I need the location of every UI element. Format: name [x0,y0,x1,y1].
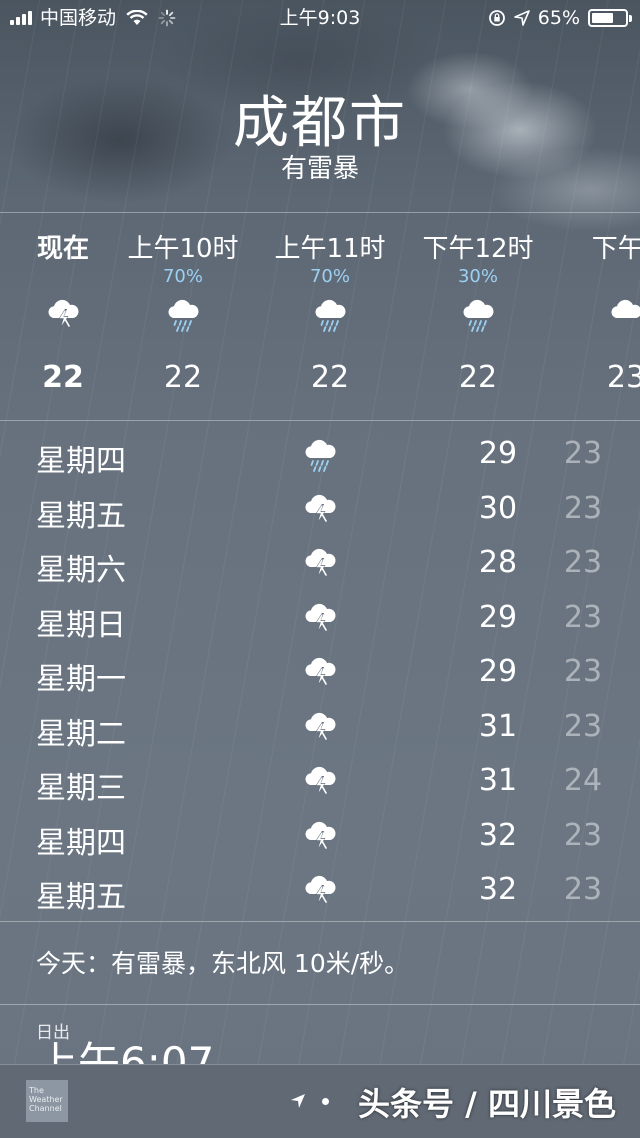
precip-chance: 70% [309,266,350,287]
day-name: 星期四 [36,825,126,861]
divider-top [0,212,640,213]
divider-hourly [0,420,640,421]
high-temp: 31 [478,708,518,744]
day-name: 星期四 [36,444,126,479]
precip-chance: 30% [457,266,498,287]
logo-line: Channel [29,1104,62,1113]
battery-percent: 65% [537,7,580,29]
thunderstorm-icon [301,763,339,801]
hour-label: 上午11时 [274,234,386,264]
bottom-toolbar: The Weather Channel 头条号 / 四川景色 [0,1064,640,1138]
daily-row: 星期五 32 23 [0,864,640,919]
daily-row: 星期二 31 23 [0,701,640,756]
location-arrow-icon [513,10,530,26]
thunderstorm-icon [301,654,339,692]
high-temp: 32 [478,817,518,853]
daily-forecast-list: 星期四 29 23 星期五 30 23 星期六 28 23 星期日 29 23 星期一 29 23 星期二 31… [0,428,640,919]
logo-line: Weather [29,1095,63,1104]
precip-chance: 70% [162,266,203,287]
daily-row: 星期一 29 23 [0,646,640,701]
daily-row: 星期日 29 23 [0,592,640,647]
rain-cloud-icon [301,436,339,474]
hour-temp: 22 [163,360,203,395]
hour-temp: 22 [310,360,350,395]
today-summary: 今天：有雷暴，东北风 10米/秒。 [36,949,410,978]
day-name: 星期五 [36,880,126,915]
daily-row: 星期三 31 24 [0,755,640,810]
high-temp: 31 [478,763,518,798]
day-name: 星期一 [36,662,126,697]
current-condition: 有雷暴 [280,154,359,184]
day-name: 星期六 [36,553,126,588]
rain-cloud-icon [164,296,202,334]
day-name: 星期五 [36,498,126,534]
daily-row: 星期四 29 23 [0,428,640,483]
low-temp: 23 [563,545,603,580]
divider-daily [0,921,640,922]
battery-fill [592,13,613,23]
day-name: 星期二 [36,716,126,752]
high-temp: 28 [478,545,518,580]
hourly-forecast-strip[interactable]: 现在22上午10时70%22上午11时70%22下午12时30%22下午123 [0,214,640,420]
daily-row: 星期五 30 23 [0,483,640,538]
hour-label: 上午10时 [127,234,239,264]
thunderstorm-icon [301,818,339,856]
thunderstorm-icon [301,600,339,638]
high-temp: 29 [478,436,518,471]
hour-temp: 22 [458,360,498,395]
status-bar: 中国移动 上午9:03 65% [0,0,640,36]
high-temp: 29 [478,654,518,689]
logo-line: The [29,1086,44,1095]
city-name: 成都市 [233,91,407,156]
low-temp: 23 [563,872,603,907]
high-temp: 29 [478,599,518,635]
orientation-lock-icon [488,10,505,26]
low-temp: 23 [563,817,603,853]
daily-row: 星期六 28 23 [0,537,640,592]
page-indicator-dot[interactable] [322,1098,329,1105]
current-location-arrow-icon[interactable] [290,1093,306,1109]
hour-label: 下午1 [591,234,640,264]
battery-icon [588,9,632,27]
rain-cloud-icon [311,296,349,334]
day-name: 星期日 [36,607,126,643]
high-temp: 32 [478,872,518,907]
low-temp: 23 [563,436,603,471]
hour-temp: 23 [606,360,640,395]
thunderstorm-icon [301,491,339,529]
low-temp: 23 [563,599,603,635]
thunderstorm-icon [44,296,82,334]
hour-label: 下午12时 [422,234,534,264]
watermark-text: 头条号 / 四川景色 [358,1085,616,1123]
thunderstorm-icon [301,709,339,747]
low-temp: 23 [563,708,603,744]
cloud-icon [607,296,640,334]
day-name: 星期三 [36,771,126,806]
rain-cloud-icon [459,296,497,334]
status-right: 65% [488,0,632,36]
thunderstorm-icon [301,872,339,910]
high-temp: 30 [478,490,518,526]
thunderstorm-icon [301,545,339,583]
low-temp: 24 [563,763,603,798]
divider-summary [0,1004,640,1005]
low-temp: 23 [563,654,603,689]
daily-row: 星期四 32 23 [0,810,640,865]
weather-channel-logo[interactable]: The Weather Channel [26,1080,68,1122]
sunrise-value: 上午6:07 [36,1038,215,1064]
low-temp: 23 [563,490,603,526]
